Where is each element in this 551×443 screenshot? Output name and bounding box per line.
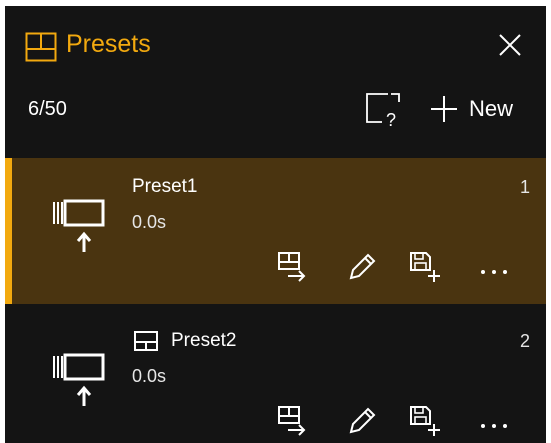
edit-icon[interactable] [345,250,377,284]
apply-icon[interactable] [276,404,308,438]
selection-accent [5,158,12,304]
preset-duration: 0.0s [132,212,167,232]
preset-count: 6/50 [28,98,67,120]
close-icon[interactable] [496,31,524,59]
preset-number: 2 [519,331,530,351]
preset-number: 1 [519,177,530,197]
panel-title: Presets [66,30,151,58]
new-button-label: New [469,96,514,121]
layout-grid-icon [25,32,57,62]
preset-name: Preset2 [171,330,237,351]
preset-card-1[interactable]: Preset1 0.0s 1 [5,158,546,304]
presets-panel: Presets 6/50 ? New Preset1 0.0s 1 Preset… [5,6,546,443]
apply-icon[interactable] [276,250,308,284]
preset-name: Preset1 [132,176,198,197]
preset-thumbnail-icon [53,199,105,252]
preset-card-2[interactable]: Preset2 0.0s 2 [5,312,546,443]
more-icon[interactable] [478,250,510,284]
layout-icon [134,331,158,351]
new-preset-button[interactable]: New [425,90,535,126]
help-frame-icon[interactable]: ? [364,90,404,130]
save-icon[interactable] [408,250,440,284]
plus-icon [431,96,457,122]
preset-thumbnail-icon [53,353,105,406]
more-icon[interactable] [478,404,510,438]
svg-text:?: ? [386,110,396,130]
edit-icon[interactable] [345,404,377,438]
preset-duration: 0.0s [132,366,167,386]
save-icon[interactable] [408,404,440,438]
